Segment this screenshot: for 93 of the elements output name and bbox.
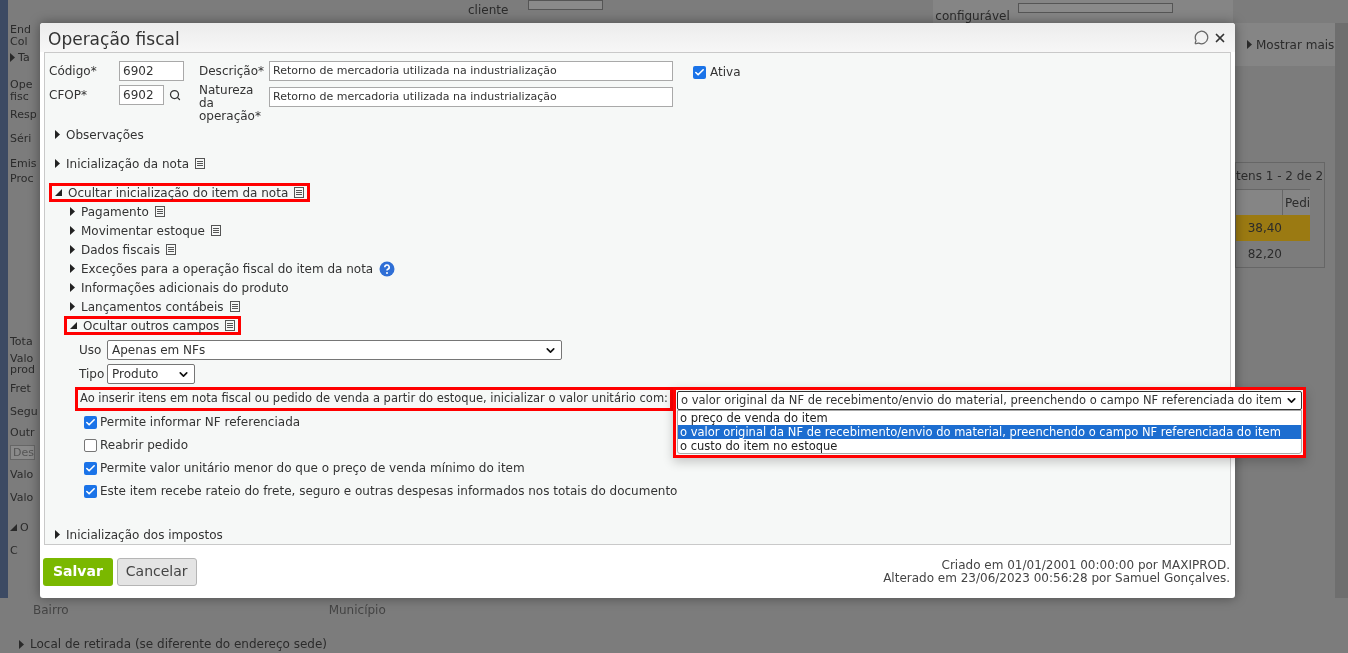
field-label: C xyxy=(10,544,18,557)
expand-icon[interactable] xyxy=(70,302,75,311)
field-label: Município xyxy=(328,602,386,619)
section-toggle[interactable]: Lançamentos contábeis xyxy=(81,297,224,316)
checkbox[interactable] xyxy=(84,484,97,498)
table-cell-text: 82,20 xyxy=(1246,246,1282,263)
field-label: Valo xyxy=(10,352,34,365)
section-toggle[interactable]: Dados fiscais xyxy=(81,240,160,259)
text-field[interactable]: Retorno de mercadoria utilizada na industrialização xyxy=(269,87,673,107)
expand-icon[interactable] xyxy=(70,283,75,292)
field-label: fisc xyxy=(10,90,29,103)
cancel-button[interactable]: Cancelar xyxy=(116,557,197,586)
field-label: prod xyxy=(10,363,35,376)
audit-text: Criado em 01/01/2001 00:00:00 por MAXIPROD. xyxy=(941,558,1230,572)
field-label: Descrição* xyxy=(199,63,266,80)
dropdown-option[interactable]: o custo do item no estoque xyxy=(678,439,1301,453)
expand-icon[interactable] xyxy=(70,207,75,216)
pager-text: tens 1 - 2 de 2 xyxy=(1236,168,1324,185)
section-toggle[interactable]: Informações adicionais do produto xyxy=(81,278,289,297)
expand-icon[interactable] xyxy=(55,130,60,139)
checkbox[interactable] xyxy=(84,438,97,452)
section-toggle[interactable]: Ocultar inicialização do item da nota xyxy=(68,183,289,202)
field-label: O xyxy=(20,521,29,534)
notes-icon[interactable] xyxy=(229,301,240,312)
expand-icon[interactable] xyxy=(70,264,75,273)
checkbox-label: Permite valor unitário menor do que o preço de venda mínimo do item xyxy=(100,460,525,477)
notes-icon[interactable] xyxy=(225,320,236,331)
text-field[interactable] xyxy=(528,0,604,10)
notes-icon[interactable] xyxy=(210,225,221,236)
field-label: Código* xyxy=(49,63,98,80)
help-icon[interactable] xyxy=(379,260,396,277)
expand-icon[interactable] xyxy=(70,226,75,235)
field-label: cliente xyxy=(468,2,509,19)
field-label: Uso xyxy=(79,342,103,359)
section-toggle[interactable]: Pagamento xyxy=(81,202,149,221)
field-label: Ao inserir itens em nota fiscal ou pedido de venda a partir do estoque, inicializar o valor unitário com: xyxy=(80,390,668,408)
field-label: Valo xyxy=(10,491,34,504)
notes-icon[interactable] xyxy=(165,244,176,255)
checkbox-label: Reabrir pedido xyxy=(100,437,189,454)
section-toggle[interactable]: Inicialização dos impostos xyxy=(66,525,223,544)
comment-icon[interactable] xyxy=(1194,30,1209,45)
field-label: Proc xyxy=(10,172,34,185)
checkbox-label: Ativa xyxy=(710,64,741,81)
section-toggle[interactable]: Observações xyxy=(66,125,144,144)
field-label: Fret xyxy=(10,382,31,395)
field-label: Natureza da operação* xyxy=(199,84,262,123)
search-icon[interactable] xyxy=(169,89,181,101)
section-toggle[interactable]: Ocultar outros campos xyxy=(83,316,220,335)
notes-icon[interactable] xyxy=(154,206,165,217)
expand-icon[interactable] xyxy=(55,530,60,539)
text-field[interactable]: 6902 xyxy=(119,85,164,105)
field-label: Outr xyxy=(10,426,35,439)
checkbox[interactable] xyxy=(84,415,97,429)
dropdown-option[interactable]: o preço de venda do item xyxy=(678,411,1301,425)
expand-icon[interactable] xyxy=(55,159,60,168)
field-label: Tipo xyxy=(79,366,106,383)
notes-icon[interactable] xyxy=(195,158,205,169)
expand-icon[interactable] xyxy=(70,245,75,254)
section-toggle[interactable]: Exceções para a operação fiscal do item da nota xyxy=(81,259,374,278)
select-field[interactable]: Apenas em NFs xyxy=(107,340,562,360)
checkbox-label: Permite informar NF referenciada xyxy=(100,414,301,431)
field-label: Séri xyxy=(10,132,32,145)
field-label: Resp xyxy=(10,108,37,121)
section-toggle[interactable]: Local de retirada (se diferente do endereço sede) xyxy=(30,635,328,653)
field-label: Col xyxy=(10,35,28,48)
text-field[interactable]: 6902 xyxy=(119,61,184,81)
table-cell-text: 38,40 xyxy=(1246,220,1282,237)
field-label: Tota xyxy=(10,335,33,348)
field-label: Ope xyxy=(10,78,33,91)
dropdown-option[interactable]: o valor original da NF de recebimento/envio do material, preenchendo o campo NF referenciada do item xyxy=(678,425,1301,439)
checkbox-label: Este item recebe rateio do frete, seguro e outras despesas informados nos totais do documento xyxy=(100,483,678,500)
select-field[interactable]: o valor original da NF de recebimento/envio do material, preenchendo o campo NF referenciada do item xyxy=(677,391,1302,410)
window-title: Operação fiscal xyxy=(48,27,181,51)
checkbox[interactable] xyxy=(84,461,97,475)
table-row[interactable]: 38,40 xyxy=(1236,215,1310,241)
notes-icon[interactable] xyxy=(294,187,305,198)
collapse-icon[interactable] xyxy=(70,322,77,329)
checkbox[interactable] xyxy=(693,65,706,79)
field-label: configurável xyxy=(935,9,1010,23)
field-label: Segu xyxy=(10,405,38,418)
select-field[interactable]: Produto xyxy=(107,364,195,384)
audit-text: Alterado em 23/06/2023 00:56:28 por Samuel Gonçalves. xyxy=(883,571,1230,585)
collapse-icon[interactable] xyxy=(55,189,62,196)
field-label: End xyxy=(10,23,31,36)
section-toggle[interactable]: Inicialização da nota xyxy=(66,154,189,173)
field-label: CFOP* xyxy=(49,87,88,104)
field-label: Ta xyxy=(18,51,30,64)
section-toggle[interactable]: Movimentar estoque xyxy=(81,221,205,240)
text-field[interactable]: Retorno de mercadoria utilizada na industrialização xyxy=(269,61,673,81)
field-label: Bairro xyxy=(33,602,69,619)
text-field[interactable] xyxy=(1017,3,1173,13)
field-label: Valo xyxy=(10,468,34,481)
field-label: Emis xyxy=(10,157,37,170)
